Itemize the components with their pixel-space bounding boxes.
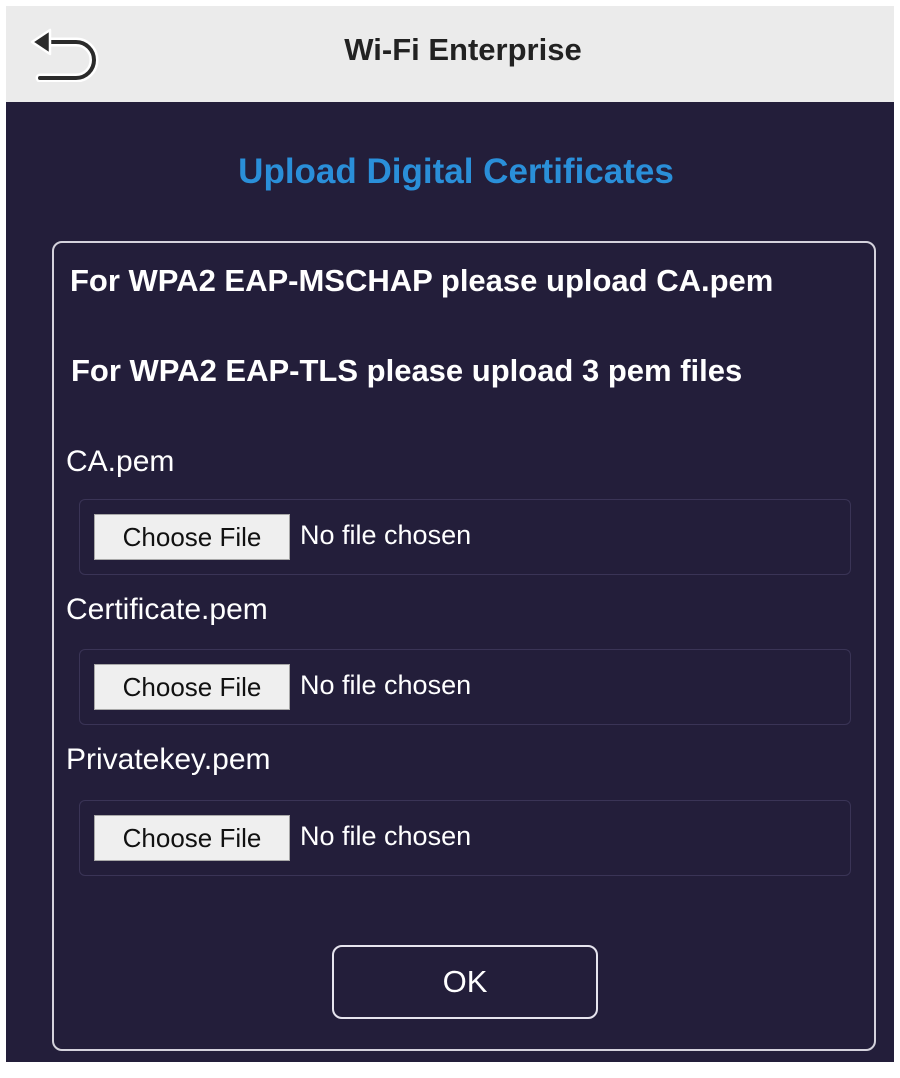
- main-content: Upload Digital Certificates For WPA2 EAP…: [6, 102, 894, 1062]
- certificate-pem-file-status: No file chosen: [300, 670, 472, 700]
- certificate-pem-choose-file-button[interactable]: Choose File: [94, 664, 290, 710]
- ca-pem-choose-file-button[interactable]: Choose File: [94, 514, 290, 560]
- privatekey-pem-choose-file-button[interactable]: Choose File: [94, 815, 290, 861]
- ca-pem-file-status: No file chosen: [300, 520, 472, 550]
- section-title: Upload Digital Certificates: [238, 152, 674, 191]
- page-title: Wi-Fi Enterprise: [344, 32, 582, 67]
- mschap-note: For WPA2 EAP-MSCHAP please upload CA.pem: [70, 263, 774, 298]
- certificate-pem-label: Certificate.pem: [66, 593, 268, 626]
- tls-note: For WPA2 EAP-TLS please upload 3 pem fil…: [71, 353, 743, 388]
- privatekey-pem-label: Privatekey.pem: [66, 743, 271, 776]
- certificate-pem-file-input: Choose File No file chosen: [79, 649, 851, 725]
- header-bar: Wi-Fi Enterprise: [6, 6, 894, 102]
- ca-pem-file-input: Choose File No file chosen: [79, 499, 851, 575]
- privatekey-pem-file-input: Choose File No file chosen: [79, 800, 851, 876]
- ok-button[interactable]: OK: [332, 945, 598, 1019]
- privatekey-pem-file-status: No file chosen: [300, 821, 472, 851]
- ca-pem-label: CA.pem: [66, 445, 175, 478]
- certificate-upload-panel: For WPA2 EAP-MSCHAP please upload CA.pem…: [52, 241, 876, 1051]
